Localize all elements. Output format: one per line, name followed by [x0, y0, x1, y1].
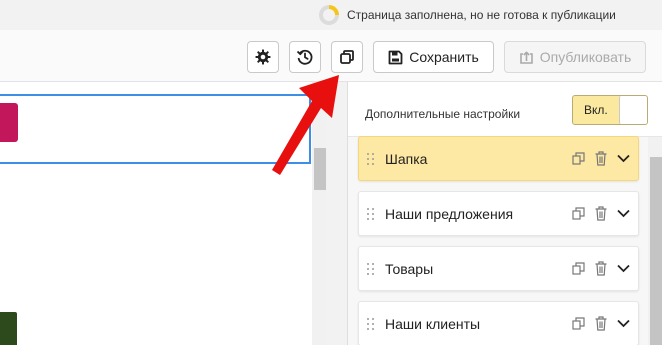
upload-icon	[519, 51, 533, 64]
panel-scrollbar-thumb[interactable]	[650, 157, 662, 345]
section-label: Наши предложения	[385, 206, 514, 222]
panel-header: Дополнительные настройки Вкл.	[348, 82, 662, 137]
copy-icon[interactable]	[572, 207, 585, 220]
editor-toolbar: Сохранить Опубликовать	[0, 30, 662, 82]
page-image	[0, 312, 17, 345]
section-clients-block[interactable]: Наши клиенты	[358, 301, 639, 345]
duplicate-button[interactable]	[331, 41, 363, 73]
status-text: Страница заполнена, но не готова к публи…	[347, 8, 616, 22]
section-label: Шапка	[385, 151, 428, 167]
chevron-down-icon[interactable]	[617, 154, 630, 163]
copy-icon	[340, 50, 354, 64]
settings-panel: Дополнительные настройки Вкл. Шапка Наши…	[347, 82, 662, 345]
gear-icon	[255, 49, 271, 65]
progress-ring-icon	[319, 5, 339, 25]
copy-icon[interactable]	[572, 262, 585, 275]
page-canvas[interactable]	[0, 82, 327, 345]
section-label: Наши клиенты	[385, 316, 481, 332]
canvas-scrollbar-thumb[interactable]	[314, 148, 326, 190]
section-header-block[interactable]: Шапка	[358, 136, 639, 181]
chevron-down-icon[interactable]	[617, 209, 630, 218]
save-button[interactable]: Сохранить	[373, 41, 494, 73]
floppy-disk-icon	[388, 50, 403, 64]
history-button[interactable]	[289, 41, 321, 73]
publish-button[interactable]: Опубликовать	[504, 41, 646, 73]
chevron-down-icon[interactable]	[617, 319, 630, 328]
selected-block-outline[interactable]	[0, 94, 311, 164]
trash-icon[interactable]	[595, 151, 607, 166]
drag-handle-icon[interactable]	[367, 318, 375, 330]
trash-icon[interactable]	[595, 316, 607, 331]
drag-handle-icon[interactable]	[367, 153, 375, 165]
trash-icon[interactable]	[595, 261, 607, 276]
drag-handle-icon[interactable]	[367, 208, 375, 220]
drag-handle-icon[interactable]	[367, 263, 375, 275]
section-label: Товары	[385, 261, 434, 277]
section-offers-block[interactable]: Наши предложения	[358, 191, 639, 236]
copy-icon[interactable]	[572, 152, 585, 165]
history-icon	[296, 49, 313, 65]
chevron-down-icon[interactable]	[617, 264, 630, 273]
toggle-label: Вкл.	[584, 103, 608, 117]
toggle-knob	[619, 96, 647, 124]
page-cta-button[interactable]	[0, 103, 18, 142]
save-button-label: Сохранить	[409, 49, 479, 65]
trash-icon[interactable]	[595, 206, 607, 221]
settings-button[interactable]	[247, 41, 279, 73]
publish-button-label: Опубликовать	[539, 49, 632, 65]
canvas-scrollbar[interactable]	[312, 82, 327, 345]
extra-settings-toggle[interactable]: Вкл.	[572, 95, 648, 125]
copy-icon[interactable]	[572, 317, 585, 330]
section-products-block[interactable]: Товары	[358, 246, 639, 291]
panel-title: Дополнительные настройки	[365, 107, 521, 121]
status-bar: Страница заполнена, но не готова к публи…	[0, 0, 662, 30]
